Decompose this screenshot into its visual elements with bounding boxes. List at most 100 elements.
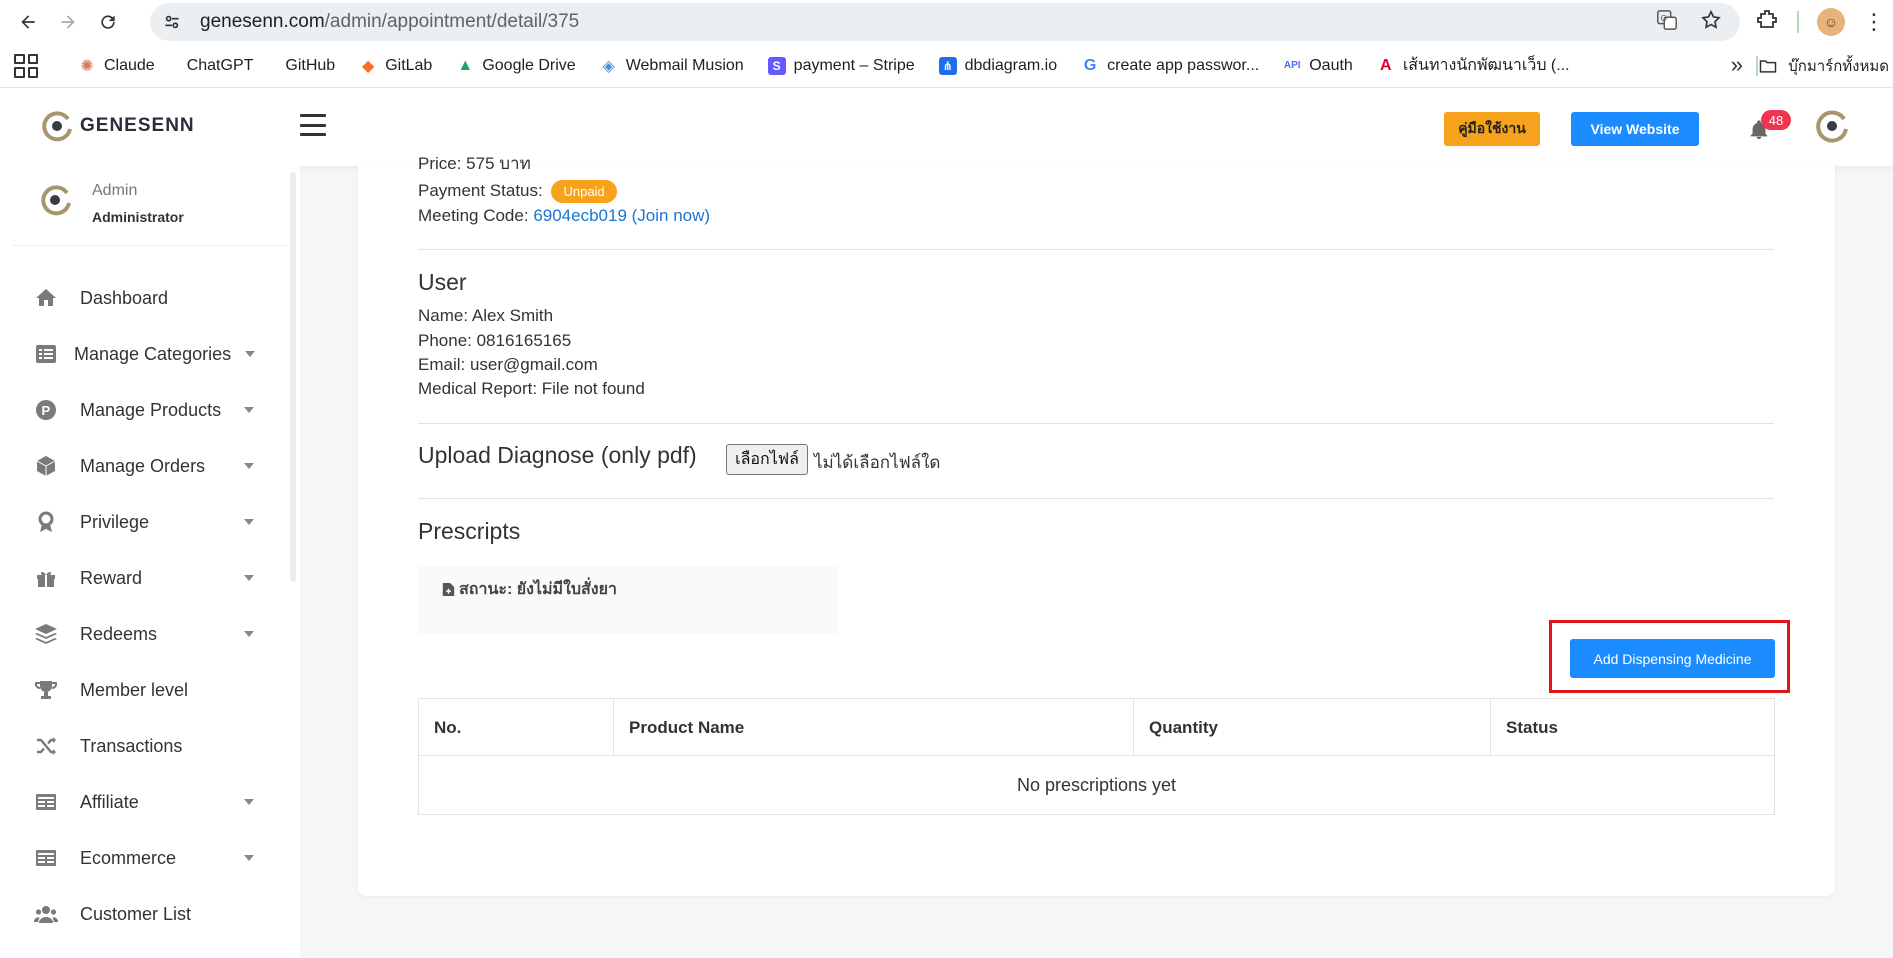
all-bookmarks-folder[interactable]: บุ๊กมาร์กทั้งหมด [1758, 50, 1893, 82]
sidebar-item-privilege[interactable]: Privilege [0, 494, 290, 550]
bookmark-label: dbdiagram.io [964, 56, 1058, 74]
prescriptions-table: No. Product Name Quantity Status No pres… [418, 698, 1775, 815]
bookmark-item[interactable]: A เส้นทางนักพัฒนาเว็บ (... [1365, 50, 1582, 82]
address-bar[interactable]: genesenn.com/admin/appointment/detail/37… [150, 3, 1740, 41]
sidebar-item-affiliate[interactable]: Affiliate [0, 774, 290, 830]
back-button[interactable] [8, 2, 48, 42]
sidebar-item-manage-products[interactable]: P Manage Products [0, 382, 290, 438]
sidebar-item-manage-categories[interactable]: Manage Categories [0, 326, 290, 382]
table-header: No. Product Name Quantity Status [419, 699, 1774, 756]
svg-text:G: G [1661, 14, 1667, 23]
appointment-detail-card: Price: 575 บาท Payment Status: Unpaid Me… [358, 156, 1835, 896]
header-avatar[interactable] [1814, 108, 1850, 144]
sidebar-item-manage-orders[interactable]: Manage Orders [0, 438, 290, 494]
bookmark-item[interactable]: GitHub [265, 50, 347, 82]
award-icon [32, 508, 60, 536]
bookmark-item[interactable]: ▲ Google Drive [444, 50, 587, 82]
divider [418, 498, 1774, 499]
shuffle-icon [32, 732, 60, 760]
manual-button[interactable]: คู่มือใช้งาน [1444, 112, 1540, 146]
bookmark-label: Oauth [1309, 56, 1353, 74]
bookmarks-more-button[interactable]: » [1731, 52, 1743, 78]
sidebar-item-label: Member level [80, 679, 189, 700]
bookmark-label: เส้นทางนักพัฒนาเว็บ (... [1402, 57, 1570, 74]
sidebar-item-member-level[interactable]: Member level [0, 662, 290, 718]
cube-icon [32, 452, 60, 480]
bookmark-item[interactable]: Spayment – Stripe [756, 50, 927, 82]
product-p-icon: P [32, 396, 60, 424]
stripe-icon: S [767, 56, 786, 75]
translate-icon[interactable]: G [1656, 9, 1678, 36]
sidebar-item-label: Privilege [80, 511, 150, 532]
hamburger-menu-icon[interactable] [300, 114, 326, 136]
bookmark-item[interactable]: API Oauth [1271, 50, 1365, 82]
sidebar-item-label: Dashboard [80, 287, 169, 308]
site-info-icon[interactable] [154, 4, 190, 40]
toolbar-separator [1797, 11, 1799, 33]
url-path: /admin/appointment/detail/375 [324, 11, 580, 32]
chevron-down-icon [244, 519, 254, 525]
choose-file-button[interactable]: เลือกไฟล์ [726, 444, 808, 475]
bookmark-item[interactable]: ChatGPT [167, 50, 266, 82]
svg-text:P: P [42, 403, 51, 418]
sidebar-item-transactions[interactable]: Transactions [0, 718, 290, 774]
chevron-down-icon [244, 407, 254, 413]
upload-diagnose-title: Upload Diagnose (only pdf) [418, 442, 697, 468]
card-icon [32, 788, 60, 816]
payment-status-row: Payment Status: Unpaid [418, 180, 617, 203]
bookmark-item[interactable]: ◆ GitLab [347, 50, 444, 82]
sidebar-item-reward[interactable]: Reward [0, 550, 290, 606]
url-text: genesenn.com/admin/appointment/detail/37… [200, 11, 579, 33]
google-drive-icon: ▲ [457, 56, 474, 74]
extensions-icon[interactable] [1755, 8, 1779, 37]
sidebar-item-customer-list[interactable]: Customer List [0, 886, 290, 942]
trophy-icon [32, 676, 60, 704]
bookmark-item[interactable]: ⋔ dbdiagram.io [927, 50, 1070, 82]
column-header-quantity: Quantity [1134, 699, 1491, 756]
sidebar-item-redeems[interactable]: Redeems [0, 606, 290, 662]
sidebar-item-label: Ecommerce [80, 847, 177, 868]
sidebar-scrollbar[interactable] [290, 172, 296, 582]
column-header-no: No. [419, 699, 614, 756]
table-empty-message: No prescriptions yet [1016, 775, 1177, 795]
user-section-title: User [418, 269, 467, 295]
sidebar-item-ecommerce[interactable]: Ecommerce [0, 830, 290, 886]
all-bookmarks-label: บุ๊กมาร์กทั้งหมด [1788, 58, 1889, 75]
sidebar-item-label: Affiliate [80, 791, 139, 812]
view-website-button[interactable]: View Website [1571, 112, 1699, 146]
bookmark-item[interactable]: ✺ Claude [66, 50, 167, 82]
bookmark-item[interactable]: ◈ Webmail Musion [588, 50, 756, 82]
sidebar: Admin Administrator Dashboard Manage Cate… [0, 166, 300, 958]
sidebar-item-label: Transactions [80, 735, 183, 756]
sidebar-item-label: Redeems [80, 623, 158, 644]
genesenn-logo[interactable]: GENESENN [40, 109, 195, 143]
list-icon [32, 340, 60, 368]
url-domain: genesenn.com [200, 11, 325, 32]
bookmark-label: ChatGPT [186, 56, 254, 74]
bookmark-star-icon[interactable] [1700, 9, 1722, 36]
webmail-icon: ◈ [602, 57, 615, 75]
api-icon: API [1283, 60, 1301, 71]
apps-grid-icon[interactable] [14, 53, 38, 78]
forward-button[interactable] [48, 2, 88, 42]
sidebar-item-dashboard[interactable]: Dashboard [0, 270, 290, 326]
sidebar-item-label: Manage Products [80, 399, 222, 420]
join-meeting-link[interactable]: 6904ecb019 (Join now) [533, 206, 710, 225]
reload-button[interactable] [88, 2, 128, 42]
meeting-code-label: Meeting Code: [418, 206, 529, 225]
genesenn-logo-icon [42, 111, 72, 142]
divider [418, 249, 1774, 250]
bookmark-label: create app passwor... [1107, 56, 1260, 74]
price-text-partial: Price: 575 บาท [418, 156, 531, 173]
add-dispensing-medicine-button[interactable]: Add Dispensing Medicine [1570, 639, 1775, 678]
user-name: Administrator [92, 209, 184, 225]
profile-avatar[interactable]: ☺ [1817, 8, 1845, 36]
column-header-status: Status [1506, 717, 1558, 737]
menu-kebab-icon[interactable]: ⋮ [1863, 9, 1885, 35]
file-plus-icon [442, 583, 455, 596]
bookmark-item[interactable]: Gcreate app passwor... [1069, 50, 1271, 82]
chevron-down-icon [244, 799, 254, 805]
meeting-code-row: Meeting Code: 6904ecb019 (Join now) [418, 206, 710, 226]
folder-icon [1759, 60, 1777, 73]
layers-icon [32, 620, 60, 648]
